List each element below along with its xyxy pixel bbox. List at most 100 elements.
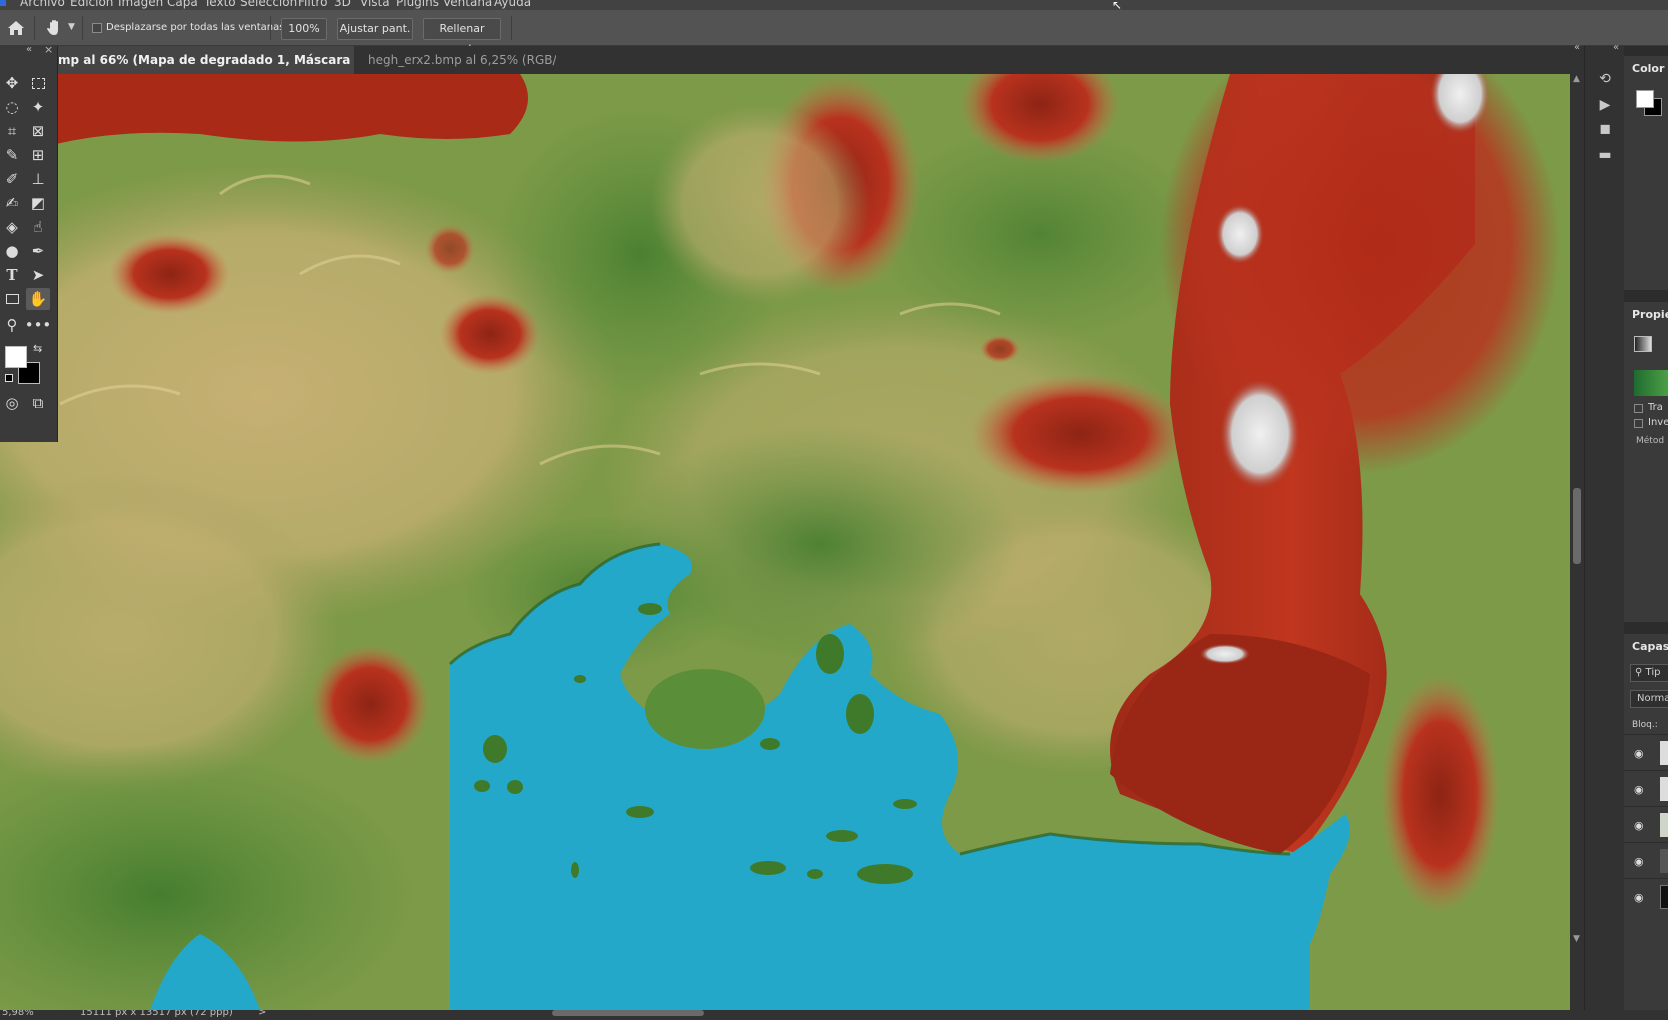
libraries-icon[interactable]: ◼ bbox=[1593, 118, 1617, 140]
collapse-tools-icon[interactable]: « bbox=[26, 44, 32, 55]
screen-mode-icon[interactable]: ⧉ bbox=[26, 392, 50, 414]
move-icon[interactable]: ✥ bbox=[0, 72, 24, 94]
layer-row[interactable]: ◉ bbox=[1624, 806, 1668, 842]
zoom-100-button[interactable]: 100% bbox=[281, 18, 327, 40]
color-panel: Color bbox=[1624, 56, 1668, 290]
gradient-map-icon bbox=[1634, 336, 1652, 352]
layers-panel-title[interactable]: Capas bbox=[1632, 640, 1668, 653]
menu-ventana[interactable]: Ventana bbox=[443, 0, 492, 9]
visibility-eye-icon[interactable]: ◉ bbox=[1634, 819, 1644, 832]
visibility-eye-icon[interactable]: ◉ bbox=[1634, 855, 1644, 868]
close-tools-icon[interactable]: × bbox=[44, 43, 53, 56]
gradient-preview[interactable] bbox=[1634, 370, 1668, 396]
hand-tool-icon[interactable]: ✋ bbox=[26, 288, 50, 310]
foreground-color-swatch[interactable] bbox=[5, 346, 27, 368]
patch-icon[interactable]: ⊞ bbox=[26, 144, 50, 166]
smudge-icon[interactable]: ☝ bbox=[26, 216, 50, 238]
menu-ayuda[interactable]: Ayuda bbox=[494, 0, 531, 9]
rectangle-icon[interactable] bbox=[0, 288, 24, 310]
properties-panel: Propie Tra Inve Métod bbox=[1624, 302, 1668, 622]
dither-checkbox[interactable] bbox=[1634, 404, 1643, 413]
comments-icon[interactable]: ▬ bbox=[1593, 144, 1617, 166]
more-icon[interactable]: ••• bbox=[25, 314, 52, 336]
lasso-icon[interactable]: ◌ bbox=[0, 96, 24, 118]
collapse-panels-icon[interactable]: « bbox=[1574, 42, 1580, 53]
history-icon[interactable]: ⟲ bbox=[1593, 68, 1617, 90]
menu-archivo[interactable]: Archivo bbox=[20, 0, 65, 9]
swap-colors-icon[interactable]: ⇆ bbox=[33, 342, 42, 355]
dodge-icon[interactable]: ● bbox=[0, 240, 24, 262]
mouse-cursor-icon: ↖ bbox=[1112, 0, 1123, 10]
history-brush-icon[interactable]: ✍ bbox=[0, 192, 24, 214]
document-tab-active[interactable]: mp al 66% (Mapa de degradado 1, Máscara … bbox=[56, 46, 354, 74]
scroll-all-checkbox[interactable] bbox=[92, 23, 102, 33]
default-colors-icon[interactable] bbox=[5, 374, 13, 382]
bucket-icon[interactable]: ◈ bbox=[0, 216, 24, 238]
app-icon bbox=[0, 0, 6, 6]
actions-play-icon[interactable]: ▶ bbox=[1593, 94, 1617, 116]
home-icon[interactable] bbox=[4, 17, 28, 39]
layers-panel: Capas ⚲ Tip Norma Bloq.: ◉ ◉ ◉ ◉ ◉ bbox=[1624, 634, 1668, 1010]
layer-row[interactable]: ◉ bbox=[1624, 842, 1668, 878]
layer-filter-label: Tip bbox=[1645, 667, 1661, 678]
menu-seleccion[interactable]: Selección bbox=[240, 0, 297, 9]
magic-wand-icon[interactable]: ✦ bbox=[26, 96, 50, 118]
document-canvas[interactable] bbox=[0, 74, 1570, 1010]
crop-icon[interactable]: ⌗ bbox=[0, 120, 24, 142]
menu-imagen[interactable]: Imagen bbox=[118, 0, 163, 9]
zoom-icon[interactable]: ⚲ bbox=[0, 314, 24, 336]
fill-screen-button[interactable]: Rellenar pant. bbox=[423, 18, 501, 55]
layer-row[interactable]: ◉ bbox=[1624, 734, 1668, 770]
reverse-checkbox[interactable] bbox=[1634, 419, 1643, 428]
layer-row[interactable]: ◉ bbox=[1624, 878, 1668, 914]
search-icon: ⚲ bbox=[1635, 667, 1643, 678]
eraser-icon[interactable]: ◩ bbox=[26, 192, 50, 214]
quick-mask-icon[interactable]: ◎ bbox=[0, 392, 24, 414]
tool-preset-chevron-icon[interactable]: ▼ bbox=[68, 22, 75, 32]
menu-capa[interactable]: Capa bbox=[167, 0, 198, 9]
frame-icon[interactable]: ⊠ bbox=[26, 120, 50, 142]
hand-icon[interactable] bbox=[44, 17, 66, 39]
visibility-eye-icon[interactable]: ◉ bbox=[1634, 747, 1644, 760]
type-icon[interactable]: T bbox=[0, 264, 24, 286]
visibility-eye-icon[interactable]: ◉ bbox=[1634, 891, 1644, 904]
tools-panel: « × ✥ ◌ ✦ ⌗ ⊠ ✎ ⊞ ✐ ⊥ ✍ ◩ ◈ ☝ ● ✒ T ➤ ✋ … bbox=[0, 43, 58, 442]
pen-icon[interactable]: ✒ bbox=[26, 240, 50, 262]
layer-thumbnail bbox=[1660, 849, 1668, 873]
marquee-icon[interactable] bbox=[26, 72, 50, 94]
tab-label: hegh_erx2.bmp al 6,25% (RGB/8#) bbox=[368, 53, 556, 67]
layer-row[interactable]: ◉ bbox=[1624, 770, 1668, 806]
expand-panels-icon[interactable]: « bbox=[1613, 42, 1619, 53]
layer-thumbnail bbox=[1660, 813, 1668, 837]
scroll-down-icon[interactable]: ▼ bbox=[1573, 934, 1580, 944]
menu-plugins[interactable]: Plugins bbox=[396, 0, 439, 9]
tab-label: mp al 66% (Mapa de degradado 1, Máscara … bbox=[58, 53, 354, 67]
brush-icon[interactable]: ✐ bbox=[0, 168, 24, 190]
layer-filter-field[interactable]: ⚲ Tip bbox=[1630, 664, 1668, 682]
vertical-scroll-thumb[interactable] bbox=[1573, 488, 1581, 564]
document-tab-inactive[interactable]: hegh_erx2.bmp al 6,25% (RGB/8#)× bbox=[356, 46, 556, 74]
menu-3d[interactable]: 3D bbox=[334, 0, 351, 9]
vertical-scrollbar[interactable]: ▲ ▼ bbox=[1570, 74, 1584, 1010]
color-panel-title[interactable]: Color bbox=[1632, 62, 1664, 75]
zoom-level[interactable]: 5,98% bbox=[2, 1010, 34, 1018]
properties-panel-title[interactable]: Propie bbox=[1632, 308, 1668, 321]
visibility-eye-icon[interactable]: ◉ bbox=[1634, 783, 1644, 796]
menu-filtro[interactable]: Filtro bbox=[298, 0, 327, 9]
options-bar: ▼ Desplazarse por todas las ventanas 100… bbox=[0, 10, 1668, 55]
layer-thumbnail bbox=[1660, 777, 1668, 801]
menu-vista[interactable]: Vista bbox=[360, 0, 390, 9]
eyedropper-icon[interactable]: ✎ bbox=[0, 144, 24, 166]
status-menu-arrow[interactable]: > bbox=[258, 1010, 266, 1018]
horizontal-scroll-thumb[interactable] bbox=[552, 1010, 704, 1016]
reverse-label: Inve bbox=[1648, 417, 1668, 428]
foreground-color-swatch[interactable] bbox=[1636, 90, 1654, 108]
menu-texto[interactable]: Texto bbox=[204, 0, 236, 9]
stamp-icon[interactable]: ⊥ bbox=[26, 168, 50, 190]
blend-mode-select[interactable]: Norma bbox=[1630, 690, 1668, 708]
dither-label: Tra bbox=[1648, 402, 1663, 413]
scroll-up-icon[interactable]: ▲ bbox=[1573, 74, 1580, 84]
fit-screen-button[interactable]: Ajustar pant. bbox=[337, 18, 413, 40]
path-select-icon[interactable]: ➤ bbox=[26, 264, 50, 286]
menu-edicion[interactable]: Edición bbox=[70, 0, 113, 9]
